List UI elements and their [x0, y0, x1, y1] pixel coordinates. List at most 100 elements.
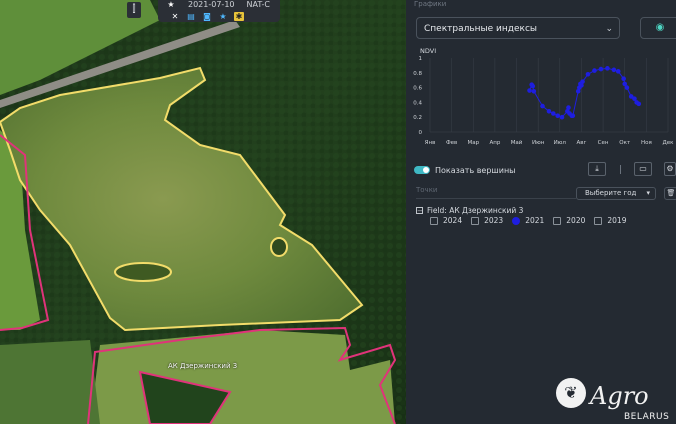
- index-type-select[interactable]: Спектральные индексы ⌄: [416, 17, 620, 39]
- image-source: NAT-C: [246, 0, 270, 9]
- download-icon: ⤓: [595, 164, 599, 173]
- logo-text: Agro: [590, 382, 649, 410]
- x-tick-label: Май: [511, 139, 523, 146]
- data-point: [624, 85, 630, 90]
- x-tick-label: Мар: [467, 140, 479, 146]
- ndvi-chart: NDVI 1 0.8 0.6 0.4 0.2 0 Янв Фев Мар Апр Май Июн Ию…: [413, 47, 675, 146]
- year-label: 2019: [607, 216, 627, 225]
- map-field-label: АК Дзержинский 3: [168, 362, 238, 370]
- map-toolbar: ★ 2021-07-10 NAT-C ✕ ▤ ◙ ★ ✱: [158, 0, 280, 22]
- y-tick-label: 0.8: [413, 71, 422, 77]
- data-point: [559, 114, 565, 120]
- data-point: [546, 108, 552, 114]
- visibility-button[interactable]: ◉: [640, 17, 676, 39]
- delete-button[interactable]: 🗑: [664, 187, 676, 200]
- year-option-2023[interactable]: 2023: [471, 216, 503, 225]
- data-point: [636, 101, 642, 107]
- split-view-button[interactable]: ⫿: [127, 2, 141, 18]
- trash-icon: 🗑: [666, 189, 676, 197]
- caret-down-icon: ▾: [646, 189, 650, 197]
- satellite-map[interactable]: ★ 2021-07-10 NAT-C ✕ ▤ ◙ ★ ✱ ⫿ АК Дзержи…: [0, 0, 406, 424]
- data-point: [611, 67, 617, 73]
- logo-subtext: BELARUS: [624, 412, 670, 422]
- y-tick-label: 0.2: [413, 115, 422, 121]
- data-point: [527, 88, 532, 93]
- y-tick-label: 0.6: [413, 86, 422, 92]
- calendar-button[interactable]: ▭: [634, 162, 652, 176]
- x-ticks: Янв Фев Мар Апр Май Июн Июл Авг Сен Окт Ноя Дек: [425, 139, 675, 146]
- year-checkbox[interactable]: [512, 216, 521, 225]
- data-point: [585, 71, 591, 77]
- year-checkbox[interactable]: [553, 216, 562, 225]
- year-label: 2023: [484, 216, 504, 225]
- x-tick-label: Сен: [598, 140, 609, 146]
- data-point: [615, 69, 621, 74]
- x-tick-label: Ноя: [641, 140, 652, 146]
- show-peaks-label: Показать вершины: [435, 165, 516, 175]
- gear-icon: ⚙: [666, 164, 674, 173]
- x-tick-label: Янв: [425, 140, 436, 146]
- y-tick-label: 0.4: [413, 100, 422, 106]
- year-select[interactable]: Выберите год ▾: [576, 187, 656, 200]
- field-name: Field: АК Дзержинский 3: [427, 206, 524, 215]
- chevron-down-icon: ⌄: [605, 24, 613, 34]
- field-hole-2: [270, 237, 288, 257]
- favorite-star-icon[interactable]: ★: [218, 12, 228, 21]
- x-tick-label: Дек: [662, 140, 674, 146]
- data-point: [570, 113, 576, 119]
- data-point: [530, 83, 536, 89]
- collapse-icon[interactable]: −: [416, 207, 423, 215]
- data-point: [592, 68, 597, 73]
- bottom-left-field: [0, 340, 100, 424]
- show-peaks-toggle[interactable]: [414, 166, 430, 174]
- year-checkbox[interactable]: [430, 216, 438, 225]
- year-label: 2021: [525, 216, 545, 225]
- data-point: [580, 79, 585, 84]
- year-option-2020[interactable]: 2020: [553, 216, 585, 225]
- year-option-2019[interactable]: 2019: [594, 216, 626, 225]
- eye-icon: ◉: [655, 22, 665, 33]
- y-tick-label: 0: [419, 130, 423, 136]
- y-tick-label: 1: [419, 56, 423, 62]
- map-canvas: [0, 0, 406, 424]
- x-tick-label: Фев: [446, 140, 457, 146]
- shuffle-icon[interactable]: ✕: [170, 12, 180, 21]
- x-tick-label: Апр: [489, 140, 500, 146]
- logo-leaf-icon: ❦: [556, 378, 586, 408]
- side-panel: Графики Спектральные индексы ⌄ ◉ NDVI 1 0…: [406, 0, 676, 424]
- layers-icon[interactable]: ▤: [186, 12, 196, 21]
- show-peaks-row[interactable]: Показать вершины: [414, 163, 516, 177]
- camera-icon[interactable]: ◙: [202, 12, 212, 21]
- year-checkbox[interactable]: [594, 216, 603, 225]
- data-point: [598, 66, 604, 72]
- download-button[interactable]: ⤓: [588, 162, 606, 176]
- x-tick-label: Июл: [554, 140, 567, 146]
- image-date: 2021-07-10: [188, 0, 235, 9]
- section-title: Графики: [414, 0, 447, 8]
- year-checkbox[interactable]: [471, 216, 480, 225]
- data-point: [605, 66, 610, 71]
- calendar-icon: ▭: [639, 164, 647, 173]
- settings-button[interactable]: ⚙: [664, 162, 676, 176]
- field-header[interactable]: − Field: АК Дзержинский 3: [416, 206, 523, 215]
- year-select-value: Выберите год: [585, 189, 637, 197]
- year-checkboxes: 2024 2023 2021 2020 2019: [430, 216, 626, 225]
- x-tick-label: Авг: [577, 140, 587, 146]
- data-point: [555, 113, 560, 119]
- toolbar-divider: [620, 165, 621, 174]
- data-point: [551, 111, 556, 116]
- star-small-icon: ★: [167, 0, 175, 9]
- x-tick-label: Июн: [532, 140, 545, 146]
- year-option-2021[interactable]: 2021: [512, 216, 544, 225]
- y-axis-label: NDVI: [420, 47, 436, 55]
- year-label: 2020: [566, 216, 586, 225]
- series-line: [529, 67, 640, 118]
- points-placeholder: Точки: [416, 186, 438, 194]
- year-option-2024[interactable]: 2024: [430, 216, 462, 225]
- y-ticks: 1 0.8 0.6 0.4 0.2 0: [413, 56, 422, 136]
- x-tick-label: Окт: [619, 140, 631, 146]
- image-settings-icon[interactable]: ✱: [234, 11, 244, 21]
- points-input[interactable]: Точки: [416, 186, 576, 199]
- data-point: [540, 103, 545, 109]
- data-points: [527, 66, 642, 120]
